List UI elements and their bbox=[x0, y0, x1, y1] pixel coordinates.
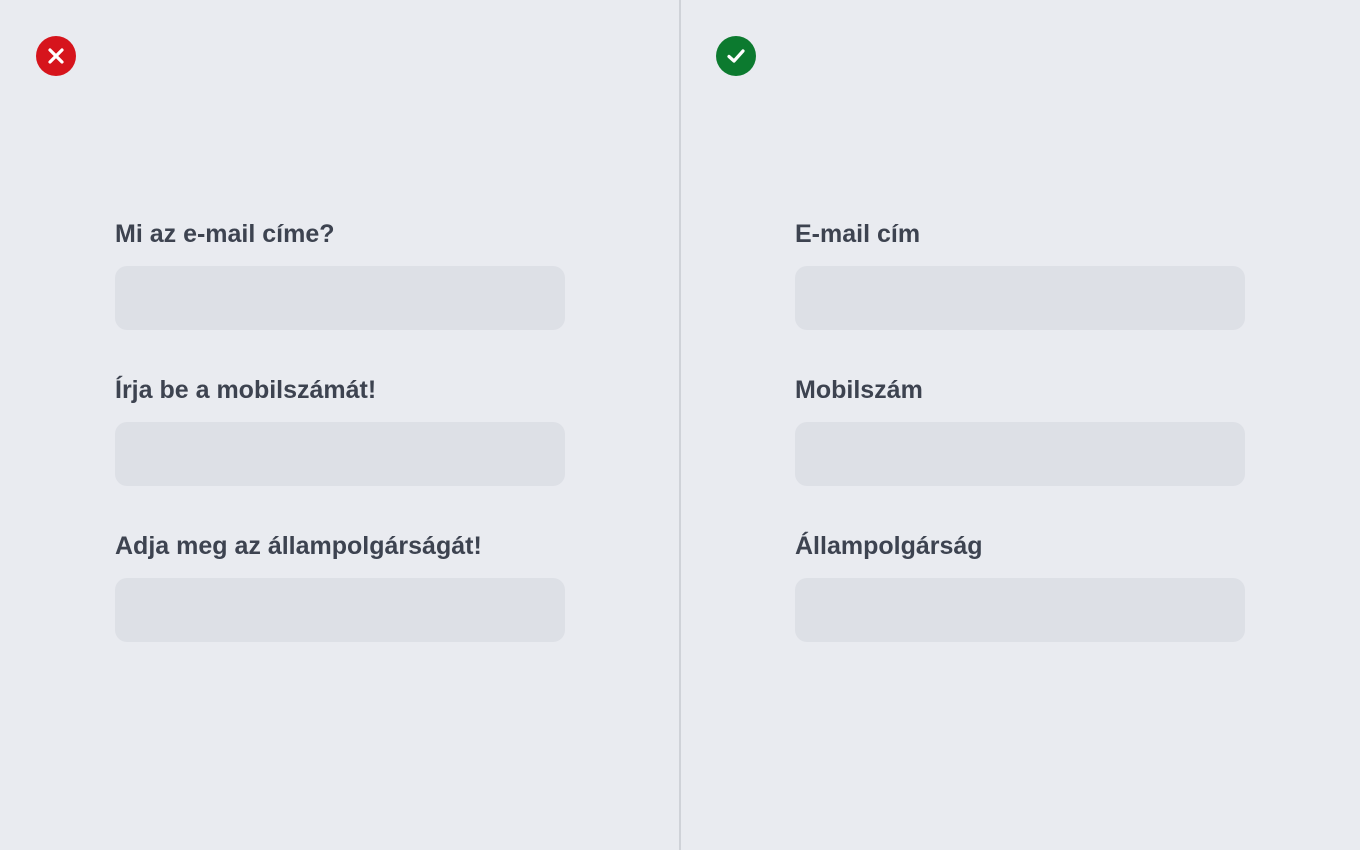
form-field: Adja meg az állampolgárságát! bbox=[115, 528, 565, 642]
email-field-label: E-mail cím bbox=[795, 220, 921, 248]
mobile-field-label: Írja be a mobilszámát! bbox=[115, 376, 377, 404]
email-field[interactable] bbox=[795, 266, 1245, 330]
correct-badge bbox=[716, 36, 756, 76]
citizenship-field-label: Állampolgárság bbox=[795, 532, 983, 560]
incorrect-example-panel: Mi az e-mail címe? Írja be a mobilszámát… bbox=[0, 0, 680, 850]
form-field: Mi az e-mail címe? bbox=[115, 216, 565, 330]
email-field[interactable] bbox=[115, 266, 565, 330]
form-field: Mobilszám bbox=[795, 372, 1245, 486]
correct-form: E-mail cím Mobilszám Állampolgárság bbox=[795, 216, 1245, 642]
email-field-label: Mi az e-mail címe? bbox=[115, 220, 335, 248]
form-field: Írja be a mobilszámát! bbox=[115, 372, 565, 486]
citizenship-field[interactable] bbox=[795, 578, 1245, 642]
mobile-field[interactable] bbox=[115, 422, 565, 486]
form-field: Állampolgárság bbox=[795, 528, 1245, 642]
close-icon bbox=[48, 48, 64, 64]
incorrect-badge bbox=[36, 36, 76, 76]
correct-example-panel: E-mail cím Mobilszám Állampolgárság bbox=[680, 0, 1360, 850]
citizenship-field[interactable] bbox=[115, 578, 565, 642]
mobile-field-label: Mobilszám bbox=[795, 376, 923, 404]
citizenship-field-label: Adja meg az állampolgárságát! bbox=[115, 532, 482, 560]
form-field: E-mail cím bbox=[795, 216, 1245, 330]
check-icon bbox=[727, 49, 745, 63]
incorrect-form: Mi az e-mail címe? Írja be a mobilszámát… bbox=[115, 216, 565, 642]
mobile-field[interactable] bbox=[795, 422, 1245, 486]
